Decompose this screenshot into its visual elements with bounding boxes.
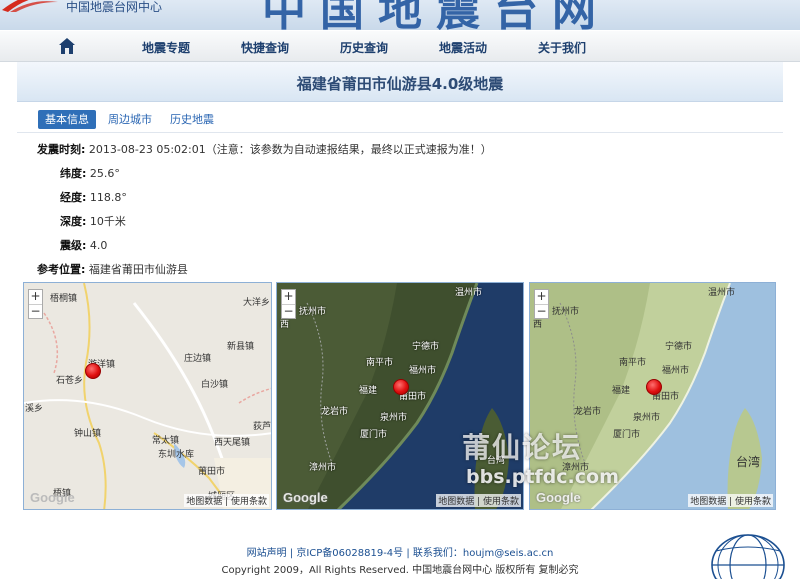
map-label: 常太镇 xyxy=(152,436,180,446)
info-depth-label: 深度: xyxy=(60,215,87,228)
map-label: 龙岩市 xyxy=(574,407,602,417)
globe-icon xyxy=(711,534,785,579)
epicenter-marker[interactable] xyxy=(393,379,409,395)
zoom-in-button[interactable]: + xyxy=(29,290,42,304)
nav-item-quick-query[interactable]: 快捷查询 xyxy=(241,39,289,56)
nav-item-about-us[interactable]: 关于我们 xyxy=(538,39,586,56)
info-lat-label: 纬度: xyxy=(60,167,87,180)
cenc-logo xyxy=(2,0,58,12)
zoom-out-button[interactable]: − xyxy=(535,304,548,318)
map-label: 石苍乡 xyxy=(56,376,84,386)
info-depth-value: 10千米 xyxy=(89,215,126,228)
map-label: 厦门市 xyxy=(360,430,388,440)
map-local[interactable]: + − 梧桐镇 大洋乡 新县镇 庄边镇 游洋镇 石苍乡 白沙镇 溪乡 钟山镇 常… xyxy=(23,282,272,510)
info-lon-value: 118.8° xyxy=(89,191,127,204)
home-icon[interactable] xyxy=(58,37,76,55)
map-label: 西天尾镇 xyxy=(214,438,251,448)
nav-item-earthquake-topics[interactable]: 地震专题 xyxy=(142,39,190,56)
zoom-in-button[interactable]: + xyxy=(282,290,295,304)
map-label: 西 xyxy=(280,320,290,330)
map-local-terrain xyxy=(24,283,271,509)
info-lon-label: 经度: xyxy=(60,191,87,204)
info-reference-label: 参考位置: xyxy=(37,263,86,276)
map-label: 南平市 xyxy=(619,358,647,368)
map-label: 泉州市 xyxy=(380,413,408,423)
info-time-row: 发震时刻: 2013-08-23 05:02:01（注意：该参数为自动速报结果，… xyxy=(37,141,492,157)
map-attribution[interactable]: 地图数据 | 使用条款 xyxy=(688,494,773,507)
event-title: 福建省莆田市仙游县4.0级地震 xyxy=(296,75,504,93)
info-reference-row: 参考位置: 福建省莆田市仙游县 xyxy=(37,261,188,277)
map-label: 温州市 xyxy=(455,288,483,298)
google-logo: Google xyxy=(536,490,581,505)
map-label: 厦门市 xyxy=(613,430,641,440)
map-local-zoom: + − xyxy=(28,289,43,319)
tab-history-earthquakes[interactable]: 历史地震 xyxy=(163,110,221,129)
map-label: 宁德市 xyxy=(412,342,440,352)
info-reference-value: 福建省莆田市仙游县 xyxy=(88,263,188,276)
map-label: 新县镇 xyxy=(227,342,255,352)
main-nav: 地震专题 快捷查询 历史查询 地震活动 关于我们 xyxy=(0,31,800,62)
map-label: 庄边镇 xyxy=(184,354,212,364)
tab-basic-info[interactable]: 基本信息 xyxy=(38,110,96,129)
tab-nearby-cities[interactable]: 周边城市 xyxy=(101,110,159,129)
nav-item-history-query[interactable]: 历史查询 xyxy=(340,39,388,56)
epicenter-marker[interactable] xyxy=(646,379,662,395)
info-magnitude-label: 震级: xyxy=(60,239,87,252)
info-lat-value: 25.6° xyxy=(89,167,120,180)
info-magnitude-row: 震级: 4.0 xyxy=(60,237,107,253)
info-time-label: 发震时刻: xyxy=(37,143,86,156)
map-label: 福建 xyxy=(612,386,631,396)
map-label: 抚州市 xyxy=(552,307,580,317)
map-label: 溪乡 xyxy=(25,404,44,414)
map-label: 宁德市 xyxy=(665,342,693,352)
map-label: 钟山镇 xyxy=(74,429,102,439)
map-label: 台湾 xyxy=(736,455,761,469)
map-label: 福建 xyxy=(359,386,378,396)
map-label: 福州市 xyxy=(409,366,437,376)
zoom-in-button[interactable]: + xyxy=(535,290,548,304)
map-label: 福州市 xyxy=(662,366,690,376)
map-label: 荻芦 xyxy=(253,422,272,432)
map-label: 泉州市 xyxy=(633,413,661,423)
info-depth-row: 深度: 10千米 xyxy=(60,213,126,229)
map-satellite-zoom: + − xyxy=(281,289,296,319)
banner-title: 中国地震台网 xyxy=(262,0,610,30)
info-lat-row: 纬度: 25.6° xyxy=(60,165,120,181)
forum-watermark-title: 莆仙论坛 xyxy=(462,431,583,464)
map-attribution[interactable]: 地图数据 | 使用条款 xyxy=(184,494,269,507)
map-terrain-zoom: + − xyxy=(534,289,549,319)
map-label: 漳州市 xyxy=(309,463,337,473)
epicenter-marker[interactable] xyxy=(85,363,101,379)
zoom-out-button[interactable]: − xyxy=(29,304,42,318)
info-magnitude-value: 4.0 xyxy=(89,239,108,252)
footer-copyright: Copyright 2009，All Rights Reserved. 中国地震… xyxy=(221,565,579,576)
event-title-bar: 福建省莆田市仙游县4.0级地震 xyxy=(17,62,783,102)
zoom-out-button[interactable]: − xyxy=(282,304,295,318)
detail-tabs: 基本信息 周边城市 历史地震 xyxy=(17,103,783,133)
forum-watermark-url: bbs.ptfdc.com xyxy=(466,466,619,488)
google-logo: Google xyxy=(283,490,328,505)
map-label: 龙岩市 xyxy=(321,407,349,417)
info-time-value: 2013-08-23 05:02:01（注意：该参数为自动速报结果，最终以正式速… xyxy=(88,143,492,156)
footer-links[interactable]: 网站声明 | 京ICP备06028819-4号 | 联系我们：houjm@sei… xyxy=(0,544,800,559)
map-label: 东圳水库 xyxy=(158,450,195,460)
map-label: 温州市 xyxy=(708,288,736,298)
map-label: 西 xyxy=(533,320,543,330)
header-banner: 中国地震台网中心 中国地震台网 xyxy=(0,0,800,30)
map-attribution[interactable]: 地图数据 | 使用条款 xyxy=(436,494,521,507)
org-name: 中国地震台网中心 xyxy=(66,0,163,14)
map-label: 大洋乡 xyxy=(243,298,271,308)
map-label: 抚州市 xyxy=(299,307,327,317)
google-logo: Google xyxy=(30,490,75,505)
nav-item-seismic-activity[interactable]: 地震活动 xyxy=(439,39,487,56)
map-label: 白沙镇 xyxy=(201,380,229,390)
map-label: 梧桐镇 xyxy=(50,294,78,304)
info-lon-row: 经度: 118.8° xyxy=(60,189,127,205)
map-label: 南平市 xyxy=(366,358,394,368)
map-label: 莆田市 xyxy=(198,467,226,477)
